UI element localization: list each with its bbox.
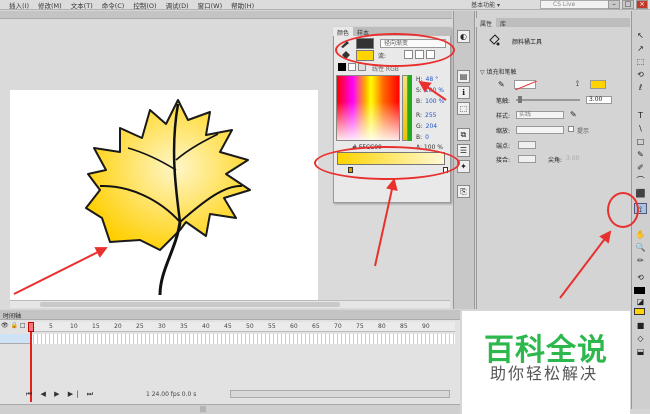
- arrow-to-bucket: [559, 230, 612, 299]
- annotation-arrows: [13, 80, 612, 299]
- arrow-to-gradient: [374, 178, 398, 267]
- arrow-to-spectrum: [418, 80, 447, 101]
- arrow-to-leaf: [13, 247, 108, 295]
